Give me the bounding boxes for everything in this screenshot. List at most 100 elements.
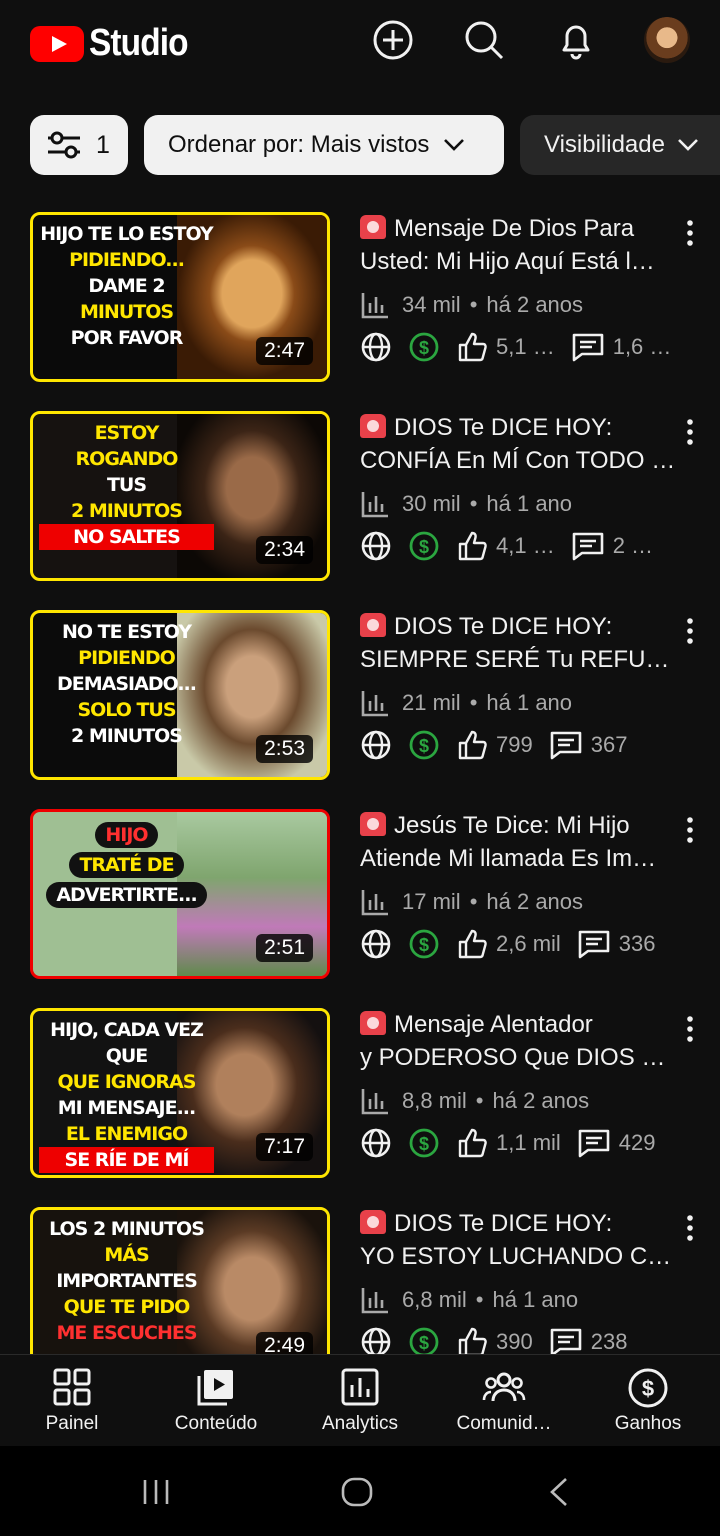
upload-age: há 2 anos (486, 889, 584, 914)
separator-dot: • (475, 1287, 484, 1312)
more-options-icon[interactable] (676, 1213, 704, 1243)
nav-analytics[interactable]: Analytics (288, 1355, 432, 1447)
upload-age: há 1 ano (486, 491, 573, 516)
video-stats: 6,8 mil • há 1 ano (360, 1285, 578, 1315)
youtube-studio-logo[interactable]: Studio (30, 22, 201, 65)
nav-community-label: Comunid… (456, 1413, 552, 1434)
more-options-icon[interactable] (676, 616, 704, 646)
more-options-icon[interactable] (676, 1014, 704, 1044)
upload-age: há 2 anos (492, 1088, 590, 1113)
nav-dashboard[interactable]: Painel (0, 1355, 144, 1447)
video-list: HIJO TE LO ESTOY PIDIENDO... DAME 2 MINUTOS… (0, 212, 720, 1354)
video-row[interactable]: NO TE ESTOY PIDIENDO DEMASIADO... SOLO TUS 2… (0, 610, 720, 780)
recent-apps-icon[interactable] (140, 1476, 172, 1508)
more-options-icon[interactable] (676, 417, 704, 447)
video-title-line-1: Mensaje De Dios Para (394, 215, 635, 242)
video-thumbnail[interactable]: ESTOY ROGANDO TUS 2 MINUTOS NO SALTES 2:34 (30, 411, 330, 581)
video-title[interactable]: DIOS Te DICE HOY: SIEMPRE SERÉ Tu REFU… (360, 610, 680, 676)
public-globe-icon (361, 332, 391, 362)
comment-count: 367 (590, 732, 628, 757)
nav-analytics-label: Analytics (321, 1413, 399, 1434)
home-icon[interactable] (340, 1476, 374, 1508)
thumbnail-caption: NO TE ESTOY PIDIENDO DEMASIADO... SOLO TUS 2… (39, 619, 214, 749)
filter-button[interactable]: 1 (30, 115, 128, 175)
video-thumbnail[interactable]: NO TE ESTOY PIDIENDO DEMASIADO... SOLO TUS 2… (30, 610, 330, 780)
comment-icon (572, 532, 604, 561)
nav-dashboard-label: Painel (45, 1413, 99, 1434)
view-count: 34 mil (402, 292, 461, 317)
thumbnail-text-line: EL ENEMIGO (65, 1123, 188, 1145)
separator-dot: • (469, 690, 478, 715)
video-stats: 17 mil • há 2 anos (360, 887, 583, 917)
video-thumbnail[interactable]: HIJO, CADA VEZ QUE QUE IGNORAS MI MENSAJE.… (30, 1008, 330, 1178)
notifications-icon[interactable] (554, 18, 598, 62)
thumbnail-text-line: 2 MINUTOS (71, 500, 183, 522)
nav-earn[interactable]: $ Ganhos (576, 1355, 720, 1447)
separator-dot: • (469, 491, 478, 516)
filter-bar: 1 Ordenar por: Mais vistos Visibilidade (30, 115, 720, 175)
thumbnail-text-line: SOLO TUS (77, 699, 176, 721)
thumbnail-text-line: ROGANDO (75, 448, 179, 470)
separator-dot: • (475, 1088, 484, 1113)
visibility-label: Visibilidade (544, 131, 665, 158)
video-title-line-1: Jesús Te Dice: Mi Hijo (394, 812, 630, 839)
video-row[interactable]: ESTOY ROGANDO TUS 2 MINUTOS NO SALTES 2:34 D… (0, 411, 720, 581)
video-title[interactable]: DIOS Te DICE HOY: CONFÍA En MÍ Con TODO … (360, 411, 680, 477)
video-duration: 2:51 (256, 934, 313, 962)
video-meta: $ 1,1 mil 429 (360, 1126, 656, 1160)
video-row[interactable]: LOS 2 MINUTOS MÁS IMPORTANTES QUE TE PIDO ME… (0, 1207, 720, 1354)
thumbnail-text-line: HIJO (95, 822, 158, 848)
views-chart-icon (361, 1288, 388, 1314)
thumbnail-text-line: ADVERTIRTE... (46, 882, 207, 908)
search-icon[interactable] (462, 18, 506, 62)
thumbnail-text-line: DAME 2 (88, 275, 165, 297)
siren-emoji-icon (360, 414, 386, 438)
like-icon (458, 1128, 487, 1158)
video-stats: 8,8 mil • há 2 anos (360, 1086, 589, 1116)
avatar[interactable] (644, 17, 690, 63)
back-icon[interactable] (546, 1476, 572, 1508)
view-count: 17 mil (402, 889, 461, 914)
thumbnail-caption: HIJO TRATÉ DE ADVERTIRTE... (39, 818, 214, 912)
logo-text: Studio (89, 22, 189, 64)
separator-dot: • (469, 292, 478, 317)
create-icon[interactable] (371, 18, 415, 62)
thumbnail-caption: LOS 2 MINUTOS MÁS IMPORTANTES QUE TE PIDO ME… (39, 1216, 214, 1346)
thumbnail-text-line: TRATÉ DE (69, 852, 184, 878)
video-title-line-1: DIOS Te DICE HOY: (394, 1210, 613, 1237)
more-options-icon[interactable] (676, 218, 704, 248)
visibility-dropdown[interactable]: Visibilidade (520, 115, 720, 175)
siren-emoji-icon (360, 1011, 386, 1035)
video-info: DIOS Te DICE HOY: YO ESTOY LUCHANDO C… 6… (360, 1207, 680, 1354)
video-row[interactable]: HIJO TRATÉ DE ADVERTIRTE... 2:51 Jesús Te … (0, 809, 720, 979)
nav-community[interactable]: Comunid… (432, 1355, 576, 1447)
svg-text:$: $ (419, 935, 429, 955)
thumbnail-text-line: MI MENSAJE... (57, 1097, 196, 1119)
video-title[interactable]: Mensaje Alentador y PODEROSO Que DIOS Q… (360, 1008, 680, 1074)
thumbnail-text-line: NO TE ESTOY (61, 621, 192, 643)
video-title[interactable]: Mensaje De Dios Para Usted: Mi Hijo Aquí… (360, 212, 680, 278)
video-row[interactable]: HIJO TE LO ESTOY PIDIENDO... DAME 2 MINUTOS… (0, 212, 720, 382)
svg-text:$: $ (642, 1376, 654, 1401)
video-meta: $ 799 367 (360, 728, 627, 762)
video-thumbnail[interactable]: HIJO TE LO ESTOY PIDIENDO... DAME 2 MINUTOS… (30, 212, 330, 382)
video-thumbnail[interactable]: HIJO TRATÉ DE ADVERTIRTE... 2:51 (30, 809, 330, 979)
chevron-down-icon (444, 139, 465, 151)
comment-icon (578, 1129, 610, 1158)
comment-count: 1,6 … (612, 334, 672, 359)
nav-content-label: Conteúdo (174, 1413, 258, 1434)
video-title[interactable]: DIOS Te DICE HOY: YO ESTOY LUCHANDO C… (360, 1207, 680, 1273)
views-chart-icon (361, 293, 388, 319)
community-icon (482, 1372, 526, 1402)
youtube-logo-icon (30, 25, 84, 62)
like-count: 1,1 mil (496, 1130, 561, 1155)
sort-dropdown[interactable]: Ordenar por: Mais vistos (144, 115, 504, 175)
content-icon (197, 1370, 233, 1406)
nav-content[interactable]: Conteúdo (144, 1355, 288, 1447)
video-title[interactable]: Jesús Te Dice: Mi Hijo Atiende Mi llamad… (360, 809, 680, 875)
more-options-icon[interactable] (676, 815, 704, 845)
public-globe-icon (361, 730, 391, 760)
video-info: Mensaje De Dios Para Usted: Mi Hijo Aquí… (360, 212, 680, 362)
video-row[interactable]: HIJO, CADA VEZ QUE QUE IGNORAS MI MENSAJE.… (0, 1008, 720, 1178)
video-thumbnail[interactable]: LOS 2 MINUTOS MÁS IMPORTANTES QUE TE PIDO ME… (30, 1207, 330, 1354)
